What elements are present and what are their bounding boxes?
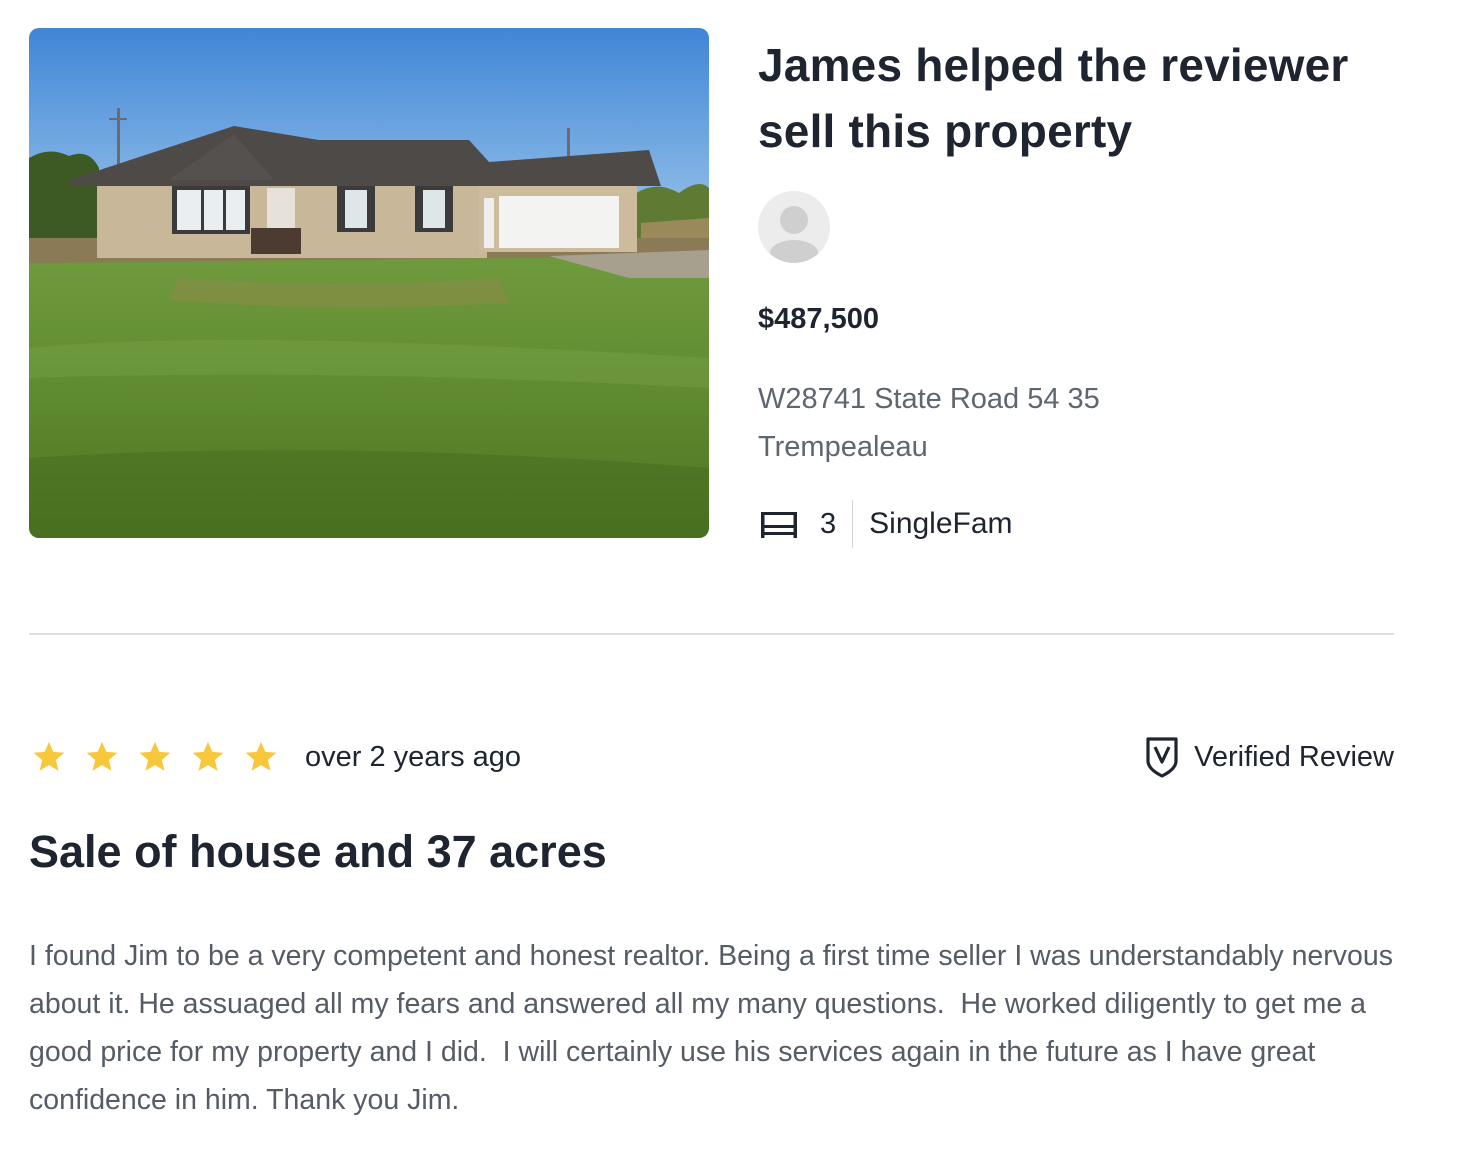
verified-badge: Verified Review [1144,735,1394,779]
house-photo-image [29,28,709,538]
address-line-2: Trempealeau [758,431,928,463]
property-photo[interactable] [29,28,709,538]
property-address: W28741 State Road 54 35 Trempealeau [758,375,1394,471]
section-divider [29,633,1394,635]
star-icon [139,741,171,771]
headline: James helped the reviewer sell this prop… [758,39,1349,157]
property-summary: James helped the reviewer sell this prop… [29,28,1394,548]
star-icon [245,741,277,771]
review-meta: over 2 years ago Verified Review [29,730,1394,784]
bed-count: 3 [820,507,837,540]
shield-check-icon [1144,735,1180,779]
star-rating [29,739,296,775]
bed-icon [758,507,800,541]
address-line-1: W28741 State Road 54 35 [758,383,1100,415]
review-body: I found Jim to be a very competent and h… [29,940,1401,1116]
star-icon [33,741,65,771]
review-age: over 2 years ago [305,740,522,773]
sale-price: $487,500 [758,303,879,335]
star-icon [86,741,118,771]
star-icon [192,741,224,771]
facts-divider [852,500,854,548]
review-title: Sale of house and 37 acres [29,826,607,877]
property-info: James helped the reviewer sell this prop… [758,28,1394,548]
property-type: SingleFam [869,507,1013,540]
review-card: James helped the reviewer sell this prop… [0,0,1460,1168]
property-facts: 3 SingleFam [758,500,1394,548]
avatar-placeholder-icon [758,191,830,263]
verified-label: Verified Review [1194,740,1394,773]
